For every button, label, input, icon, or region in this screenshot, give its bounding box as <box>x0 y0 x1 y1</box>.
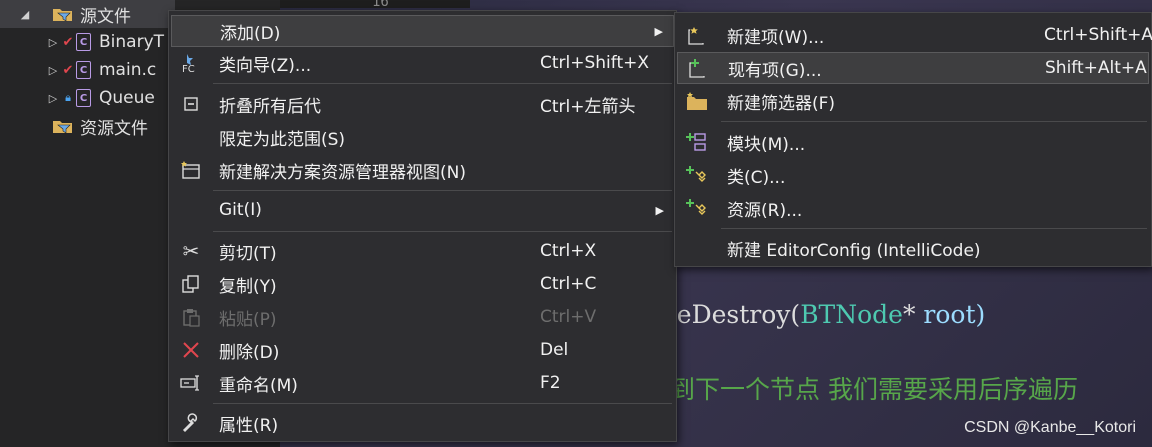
submenu-item-new-filter[interactable]: 新建筛选器(F) <box>677 85 1149 117</box>
rename-icon <box>179 371 203 395</box>
menu-item-git[interactable]: Git(I) ▶ <box>171 194 674 226</box>
tree-item-label: Queue <box>99 88 155 108</box>
menu-item-scope-to-this[interactable]: 限定为此范围(S) <box>171 121 674 153</box>
line-number: 16 <box>372 0 389 10</box>
class-icon <box>685 163 709 187</box>
menu-item-cut[interactable]: ✂ 剪切(T) Ctrl+X <box>171 235 674 267</box>
tree-item-label: 源文件 <box>80 6 131 27</box>
git-check-icon: ✔ <box>62 62 74 78</box>
resource-icon <box>685 196 709 220</box>
code-comment: 到下一个节点 我们需要采用后序遍历 <box>670 375 1078 404</box>
expand-triangle-icon[interactable]: ▷ <box>46 92 60 105</box>
submenu-item-resource[interactable]: 资源(R)... <box>677 192 1149 224</box>
menu-item-collapse-all[interactable]: 折叠所有后代 Ctrl+左箭头 <box>171 88 674 120</box>
submenu-item-module[interactable]: 模块(M)... <box>677 126 1149 158</box>
tree-item-source-files[interactable]: ◢ 源文件 <box>0 0 175 28</box>
expand-triangle-icon[interactable]: ▷ <box>46 64 60 77</box>
wrench-icon <box>179 411 203 435</box>
tree-item-file[interactable]: ▷ ✔ C BinaryT <box>0 28 164 56</box>
git-check-icon: ✔ <box>62 34 74 50</box>
module-icon <box>685 130 709 154</box>
menu-item-properties[interactable]: 属性(R) <box>171 407 674 439</box>
lock-icon: 🔒︎ <box>65 91 71 104</box>
tree-item-label: BinaryT <box>99 32 165 52</box>
submenu-item-editorconfig[interactable]: 新建 EditorConfig (IntelliCode) <box>677 232 1149 264</box>
filter-folder-icon <box>52 6 74 23</box>
menu-item-delete[interactable]: 删除(D) Del <box>171 334 674 366</box>
svg-text:FC: FC <box>182 64 195 74</box>
submenu-arrow-icon: ▶ <box>655 203 664 217</box>
context-menu: 添加(D) ▶ FC 类向导(Z)... Ctrl+Shift+X 折叠所有后代… <box>168 10 677 442</box>
tree-item-file[interactable]: ▷ ✔ C main.c <box>0 56 156 84</box>
copy-icon <box>179 272 203 296</box>
tree-item-label: 资源文件 <box>80 118 148 139</box>
tree-item-file[interactable]: ▷ 🔒︎ C Queue <box>0 84 155 112</box>
c-file-icon: C <box>76 33 91 51</box>
delete-x-icon <box>179 338 203 362</box>
existing-item-icon <box>686 56 710 80</box>
menu-item-rename[interactable]: 重命名(M) F2 <box>171 367 674 399</box>
submenu-item-existing-item[interactable]: 现有项(G)... Shift+Alt+A <box>677 52 1149 84</box>
menu-item-copy[interactable]: 复制(Y) Ctrl+C <box>171 268 674 300</box>
filter-folder-icon <box>52 118 74 135</box>
expand-triangle-icon[interactable]: ▷ <box>46 36 60 49</box>
watermark: CSDN @Kanbe__Kotori <box>964 419 1136 436</box>
menu-item-add[interactable]: 添加(D) ▶ <box>171 15 674 47</box>
code-line-function: eeDestroy(BTNode* root) <box>662 300 986 329</box>
new-item-icon <box>685 23 709 47</box>
scissors-icon: ✂ <box>182 239 200 263</box>
class-wizard-icon: FC <box>179 51 203 75</box>
menu-item-class-wizard[interactable]: FC 类向导(Z)... Ctrl+Shift+X <box>171 47 674 79</box>
submenu-item-class[interactable]: 类(C)... <box>677 159 1149 191</box>
collapse-triangle-icon[interactable]: ◢ <box>18 8 32 21</box>
tree-item-resource-files[interactable]: 资源文件 <box>0 112 148 140</box>
menu-item-new-explorer-view[interactable]: 新建解决方案资源管理器视图(N) <box>171 154 674 186</box>
c-file-icon: C <box>76 89 91 107</box>
collapse-all-icon <box>179 92 203 116</box>
new-view-icon <box>179 158 203 182</box>
menu-item-paste: 粘贴(P) Ctrl+V <box>171 301 674 333</box>
new-folder-icon <box>685 89 709 113</box>
paste-icon <box>179 305 203 329</box>
submenu-arrow-icon: ▶ <box>654 24 663 38</box>
add-submenu: 新建项(W)... Ctrl+Shift+A 现有项(G)... Shift+A… <box>674 12 1152 267</box>
c-file-icon: C <box>76 61 91 79</box>
submenu-item-new-item[interactable]: 新建项(W)... Ctrl+Shift+A <box>677 19 1152 51</box>
tree-item-label: main.c <box>99 60 157 80</box>
